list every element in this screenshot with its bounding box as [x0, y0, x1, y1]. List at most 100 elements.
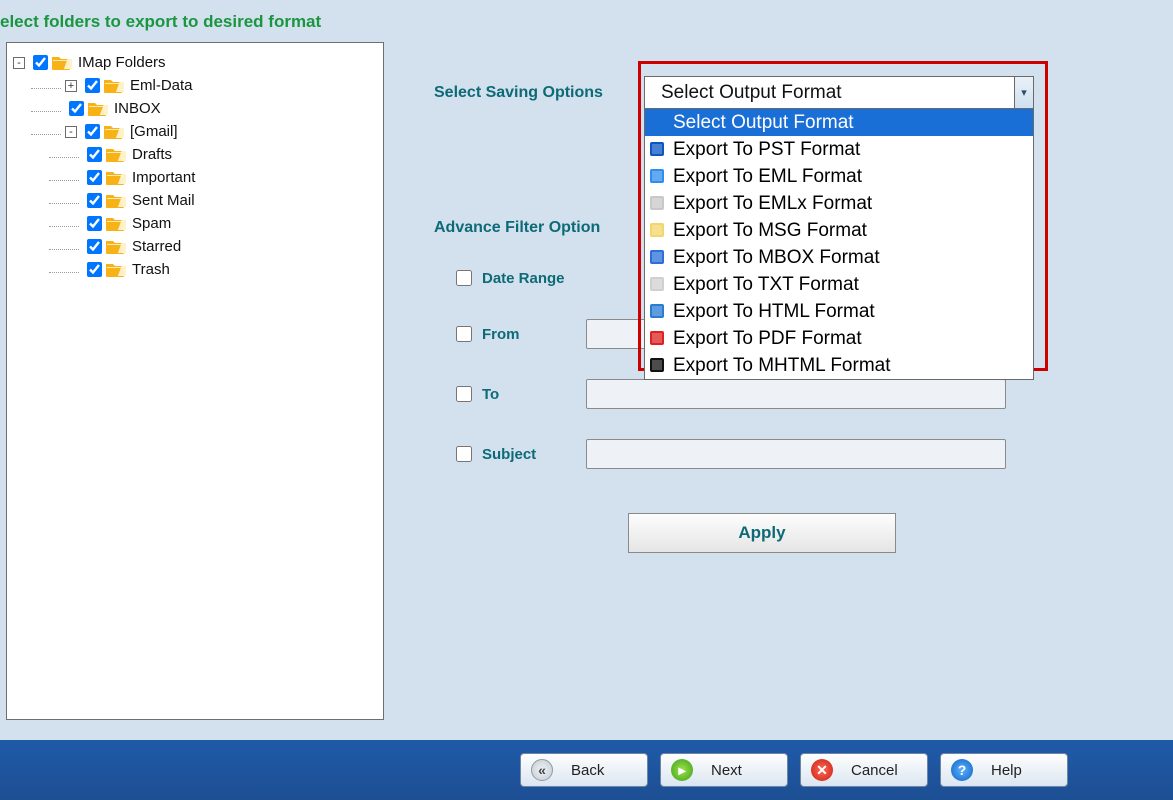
- folder-checkbox[interactable]: [87, 193, 102, 208]
- subject-input[interactable]: [586, 439, 1006, 469]
- date-range-checkbox[interactable]: [456, 270, 472, 286]
- folder-icon: [52, 55, 72, 71]
- back-icon: «: [531, 759, 553, 781]
- format-option-label: Export To HTML Format: [673, 301, 875, 323]
- folder-checkbox[interactable]: [87, 170, 102, 185]
- format-option-label: Export To EMLx Format: [673, 193, 872, 215]
- to-input[interactable]: [586, 379, 1006, 409]
- folder-icon: [106, 193, 126, 209]
- format-icon: [649, 276, 667, 294]
- next-icon: ▸: [671, 759, 693, 781]
- help-label: Help: [991, 762, 1022, 779]
- folder-label: Trash: [132, 261, 170, 278]
- format-icon: [649, 141, 667, 159]
- format-option-pst[interactable]: Export To PST Format: [645, 136, 1033, 163]
- format-option-label: Select Output Format: [673, 112, 854, 134]
- folder-checkbox[interactable]: [87, 239, 102, 254]
- to-label: To: [482, 386, 586, 403]
- tree-toggle-icon[interactable]: -: [65, 126, 77, 138]
- cancel-button[interactable]: ✕ Cancel: [800, 753, 928, 787]
- tree-item-spam[interactable]: Spam: [13, 212, 377, 235]
- folder-icon: [106, 147, 126, 163]
- cancel-icon: ✕: [811, 759, 833, 781]
- page-title: elect folders to export to desired forma…: [0, 0, 1173, 42]
- folder-checkbox[interactable]: [33, 55, 48, 70]
- tree-item--gmail-[interactable]: - [Gmail]: [13, 120, 377, 143]
- tree-toggle-icon[interactable]: -: [13, 57, 25, 69]
- folder-label: Starred: [132, 238, 181, 255]
- cancel-label: Cancel: [851, 762, 898, 779]
- to-checkbox[interactable]: [456, 386, 472, 402]
- from-checkbox[interactable]: [456, 326, 472, 342]
- tree-toggle-icon[interactable]: +: [65, 80, 77, 92]
- tree-item-important[interactable]: Important: [13, 166, 377, 189]
- help-icon: ?: [951, 759, 973, 781]
- saving-options-label: Select Saving Options: [434, 84, 644, 102]
- format-icon: [649, 168, 667, 186]
- format-option-txt[interactable]: Export To TXT Format: [645, 271, 1033, 298]
- folder-checkbox[interactable]: [87, 262, 102, 277]
- format-option-label: Export To EML Format: [673, 166, 862, 188]
- folder-label: Drafts: [132, 146, 172, 163]
- folder-icon: [104, 78, 124, 94]
- date-range-label: Date Range: [482, 270, 586, 287]
- folder-label: [Gmail]: [130, 123, 178, 140]
- format-option-msg[interactable]: Export To MSG Format: [645, 217, 1033, 244]
- output-format-select[interactable]: Select Output Format ▾: [644, 76, 1034, 109]
- next-label: Next: [711, 762, 742, 779]
- folder-icon: [104, 124, 124, 140]
- format-icon: [649, 357, 667, 375]
- tree-item-sent-mail[interactable]: Sent Mail: [13, 189, 377, 212]
- folder-tree-panel: - IMap Folders+ Eml-Data INBOX - [Gmail] Draft…: [6, 42, 384, 720]
- folder-checkbox[interactable]: [85, 78, 100, 93]
- chevron-down-icon[interactable]: ▾: [1014, 76, 1034, 109]
- folder-icon: [106, 239, 126, 255]
- tree-item-eml-data[interactable]: + Eml-Data: [13, 74, 377, 97]
- format-icon: [649, 195, 667, 213]
- format-option-mhtml[interactable]: Export To MHTML Format: [645, 352, 1033, 379]
- subject-label: Subject: [482, 446, 586, 463]
- folder-checkbox[interactable]: [87, 216, 102, 231]
- format-option-label: Export To MSG Format: [673, 220, 867, 242]
- format-option-pdf[interactable]: Export To PDF Format: [645, 325, 1033, 352]
- back-label: Back: [571, 762, 604, 779]
- format-icon: [649, 303, 667, 321]
- next-button[interactable]: ▸ Next: [660, 753, 788, 787]
- format-option-label: Export To MBOX Format: [673, 247, 880, 269]
- output-format-dropdown[interactable]: Select Output Format Export To PST Format…: [644, 109, 1034, 380]
- folder-checkbox[interactable]: [69, 101, 84, 116]
- tree-item-inbox[interactable]: INBOX: [13, 97, 377, 120]
- format-option-label: Export To MHTML Format: [673, 355, 891, 377]
- output-format-selected-value: Select Output Format: [661, 82, 842, 104]
- folder-icon: [106, 262, 126, 278]
- folder-label: IMap Folders: [78, 54, 166, 71]
- format-option-none[interactable]: Select Output Format: [645, 109, 1033, 136]
- tree-item-trash[interactable]: Trash: [13, 258, 377, 281]
- folder-checkbox[interactable]: [87, 147, 102, 162]
- folder-icon: [106, 216, 126, 232]
- format-option-html[interactable]: Export To HTML Format: [645, 298, 1033, 325]
- apply-button[interactable]: Apply: [628, 513, 896, 553]
- folder-checkbox[interactable]: [85, 124, 100, 139]
- folder-label: INBOX: [114, 100, 161, 117]
- help-button[interactable]: ? Help: [940, 753, 1068, 787]
- folder-tree[interactable]: - IMap Folders+ Eml-Data INBOX - [Gmail] Draft…: [7, 43, 383, 289]
- folder-icon: [106, 170, 126, 186]
- subject-checkbox[interactable]: [456, 446, 472, 462]
- folder-label: Spam: [132, 215, 171, 232]
- format-option-label: Export To PST Format: [673, 139, 860, 161]
- from-label: From: [482, 326, 586, 343]
- folder-icon: [88, 101, 108, 117]
- format-icon: [649, 249, 667, 267]
- footer-bar: « Back ▸ Next ✕ Cancel ? Help: [0, 740, 1173, 800]
- format-option-eml[interactable]: Export To EML Format: [645, 163, 1033, 190]
- format-option-mbox[interactable]: Export To MBOX Format: [645, 244, 1033, 271]
- folder-label: Important: [132, 169, 195, 186]
- folder-label: Eml-Data: [130, 77, 193, 94]
- tree-item-drafts[interactable]: Drafts: [13, 143, 377, 166]
- tree-item-starred[interactable]: Starred: [13, 235, 377, 258]
- format-icon: [649, 222, 667, 240]
- back-button[interactable]: « Back: [520, 753, 648, 787]
- tree-item-imap-folders[interactable]: - IMap Folders: [13, 51, 377, 74]
- format-option-emlx[interactable]: Export To EMLx Format: [645, 190, 1033, 217]
